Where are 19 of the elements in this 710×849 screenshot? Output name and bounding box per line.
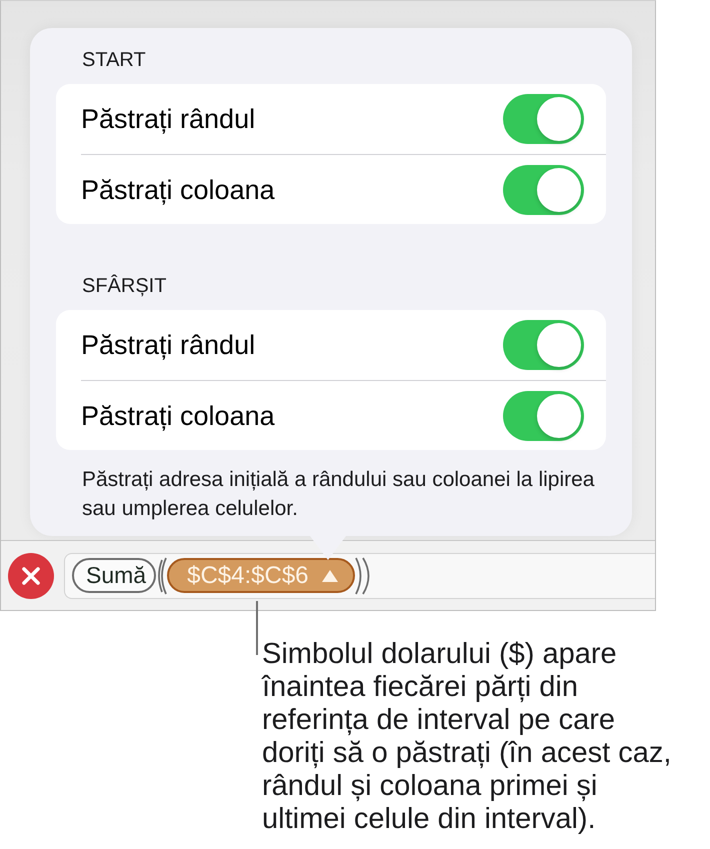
triangle-icon: [320, 568, 339, 582]
toggle-switch[interactable]: [503, 164, 584, 214]
formula-field[interactable]: Sumă $C$4:$C$6: [64, 552, 655, 598]
toggle-switch[interactable]: [503, 390, 584, 440]
open-paren-icon: [156, 556, 168, 594]
section-header: SFÂRȘIT: [81, 274, 166, 298]
setting-label: Păstrați rândul: [81, 329, 256, 361]
leader-line: [256, 601, 258, 655]
toggle-switch[interactable]: [503, 320, 584, 370]
function-token[interactable]: Sumă: [72, 558, 156, 593]
cancel-button[interactable]: [8, 552, 54, 598]
close-icon: [22, 566, 40, 584]
setting-label: Păstrați coloana: [81, 174, 275, 206]
toggle-switch[interactable]: [503, 94, 584, 144]
callout-text: Simbolul dolarului ($) apare înaintea fiecărei părți din referința de interval pe care doriți să o păstrați (în acest caz, rândul și coloana primei și ultimei celule din interval).: [262, 638, 672, 836]
section-header: START: [81, 48, 146, 72]
setting-label: Păstrați coloana: [81, 400, 275, 432]
setting-label: Păstrați rândul: [81, 103, 256, 135]
footer-note: Păstrați adresa inițială a rândului sau coloanei la lipirea sau umplerea celulelor.: [82, 467, 596, 522]
